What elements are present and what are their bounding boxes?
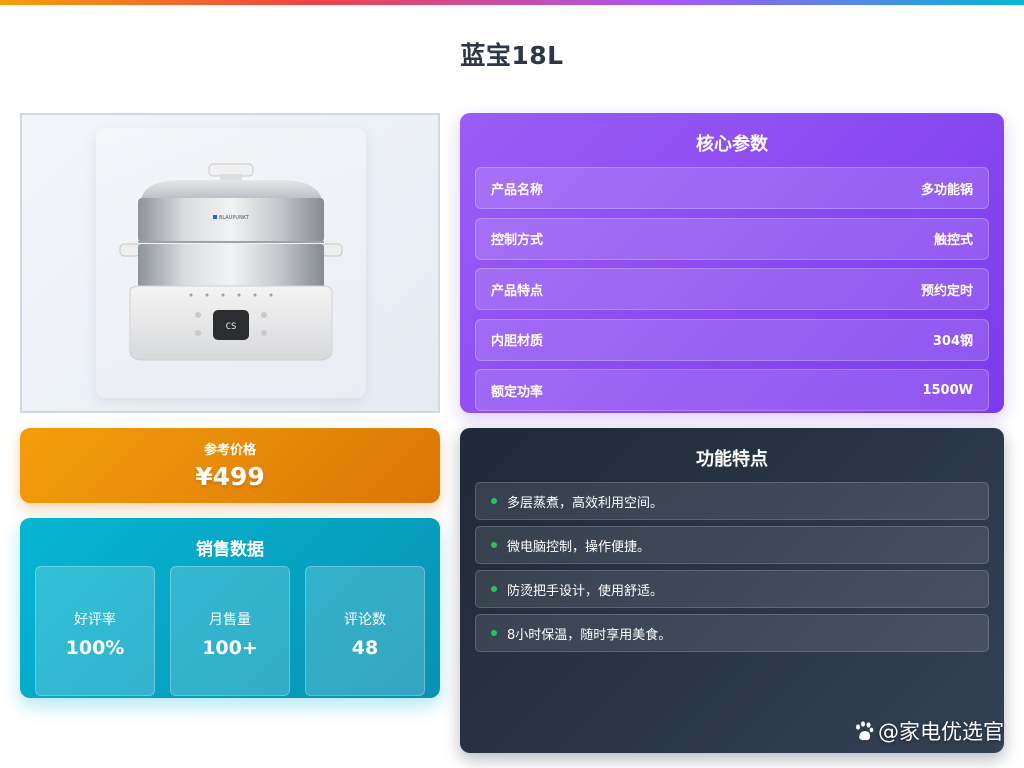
param-row: 控制方式 触控式	[475, 217, 989, 260]
stat-review-count: 评论数 48	[305, 566, 425, 696]
stat-label: 月售量	[209, 612, 251, 628]
param-label: 控制方式	[491, 233, 544, 248]
product-image-card: BLAUPUNKT CS	[96, 128, 366, 398]
stat-value: 100+	[202, 637, 258, 659]
stat-monthly-sales: 月售量 100+	[170, 566, 290, 696]
param-label: 额定功率	[491, 384, 544, 400]
features-card: 功能特点 多层蒸煮，高效利用空间。 微电脑控制，操作便捷。 防烫把手设计，使用舒…	[460, 428, 1004, 753]
price-value: ¥499	[195, 462, 265, 491]
param-value: 304钢	[932, 334, 973, 349]
display-readout: CS	[226, 322, 237, 332]
feature-text: 8小时保温，随时享用美食。	[507, 627, 672, 643]
feature-item: 多层蒸煮，高效利用空间。	[475, 482, 989, 520]
features-list: 多层蒸煮，高效利用空间。 微电脑控制，操作便捷。 防烫把手设计，使用舒适。 8小…	[475, 482, 989, 658]
paw-icon	[855, 720, 874, 741]
param-value: 多功能锅	[920, 182, 973, 198]
param-label: 产品特点	[491, 283, 544, 299]
sales-data-card: 销售数据 好评率 100% 月售量 100+ 评论数 48	[20, 518, 440, 698]
feature-item: 8小时保温，随时享用美食。	[475, 614, 989, 652]
feature-item: 防烫把手设计，使用舒适。	[475, 570, 989, 608]
price-label: 参考价格	[203, 443, 256, 458]
stat-label: 好评率	[74, 612, 116, 628]
brand-logo-text: BLAUPUNKT	[219, 215, 250, 221]
param-label: 产品名称	[491, 182, 544, 198]
param-row: 产品特点 预约定时	[475, 268, 989, 310]
param-value: 触控式	[933, 233, 973, 248]
param-label: 内胆材质	[491, 334, 544, 349]
bullet-dot-icon	[491, 630, 497, 636]
watermark: @家电优选官	[852, 716, 1004, 746]
param-value: 1500W	[922, 382, 973, 398]
page-title: 蓝宝18L	[460, 41, 564, 70]
stat-value: 100%	[65, 637, 125, 659]
reference-price-card: 参考价格 ¥499	[20, 428, 440, 503]
feature-text: 多层蒸煮，高效利用空间。	[507, 495, 664, 511]
param-row: 额定功率 1500W	[475, 369, 989, 411]
stat-value: 48	[351, 637, 379, 659]
features-title: 功能特点	[696, 449, 768, 470]
product-image: BLAUPUNKT CS	[119, 163, 343, 361]
param-row: 内胆材质 304钢	[475, 318, 989, 361]
core-params-title: 核心参数	[696, 134, 768, 155]
top-gradient-strip	[0, 0, 1024, 5]
sales-stats: 好评率 100% 月售量 100+ 评论数 48	[35, 566, 425, 696]
param-value: 预约定时	[920, 283, 973, 299]
param-row: 产品名称 多功能锅	[475, 167, 989, 209]
bullet-dot-icon	[491, 498, 497, 504]
params-list: 产品名称 多功能锅 控制方式 触控式 产品特点 预约定时 内胆材质 304钢 额…	[475, 167, 989, 413]
bullet-dot-icon	[491, 586, 497, 592]
sales-data-title: 销售数据	[196, 540, 264, 560]
core-params-card: 核心参数 产品名称 多功能锅 控制方式 触控式 产品特点 预约定时 内胆材质 3…	[460, 113, 1004, 413]
stat-label: 评论数	[344, 612, 386, 628]
feature-text: 微电脑控制，操作便捷。	[507, 539, 651, 555]
stat-positive-rate: 好评率 100%	[35, 566, 155, 696]
watermark-text: @家电优选官	[878, 720, 1004, 744]
bullet-dot-icon	[491, 542, 497, 548]
feature-text: 防烫把手设计，使用舒适。	[507, 583, 664, 599]
feature-item: 微电脑控制，操作便捷。	[475, 526, 989, 564]
product-image-panel: BLAUPUNKT CS	[20, 113, 440, 413]
